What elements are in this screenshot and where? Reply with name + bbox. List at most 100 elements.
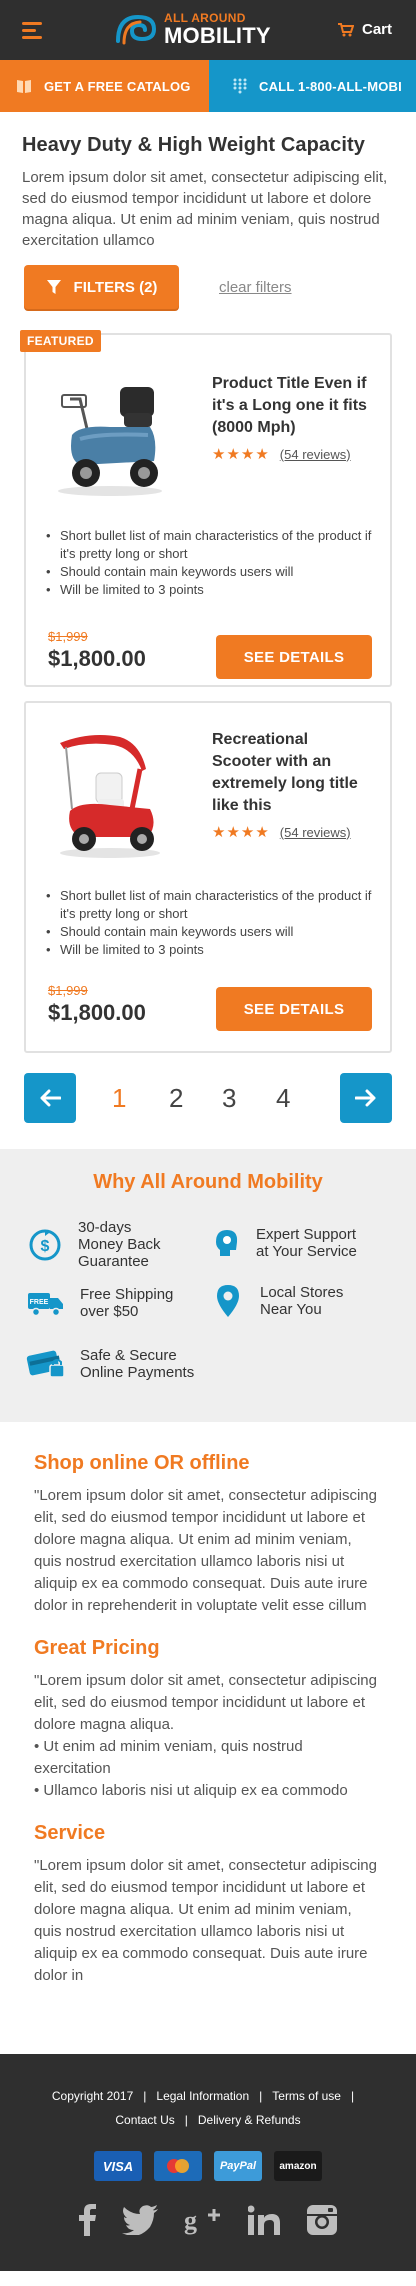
product-image[interactable]: [50, 729, 170, 859]
mastercard-icon: [154, 2151, 202, 2181]
arrow-left-icon: [40, 1089, 61, 1107]
filters-label: FILTERS (2): [73, 278, 158, 296]
list-item: Short bullet list of main characteristic…: [42, 527, 376, 563]
product-title[interactable]: Recreational Scooter with an extremely l…: [212, 729, 372, 817]
intro-text: Lorem ipsum dolor sit amet, consectetur …: [22, 169, 388, 249]
free-shipping-icon: FREE: [28, 1293, 63, 1317]
cart-label: Cart: [361, 21, 392, 38]
feature-list: Short bullet list of main characteristic…: [42, 887, 376, 959]
section-pricing: Great Pricing "Lorem ipsum dolor sit ame…: [34, 1637, 382, 1802]
page-number-1[interactable]: 1: [112, 1083, 126, 1114]
book-icon: [17, 80, 31, 93]
instagram-icon[interactable]: [306, 2204, 338, 2236]
list-item: Should contain main keywords users will: [42, 923, 376, 941]
previous-page-button[interactable]: [24, 1073, 76, 1123]
footer-link-legal[interactable]: Legal Information: [156, 2089, 249, 2103]
call-button[interactable]: CALL 1-800-ALL-MOBI: [209, 60, 416, 112]
google-plus-icon[interactable]: g: [184, 2205, 222, 2235]
site-header: ALL AROUND MOBILITY Cart: [0, 0, 416, 60]
intro-section: Heavy Duty & High Weight Capacity Lorem …: [0, 112, 416, 251]
list-item: Will be limited to 3 points: [42, 941, 376, 959]
rating: ★★★★ (54 reviews): [212, 823, 372, 841]
section-text: "Lorem ipsum dolor sit amet, consectetur…: [34, 1672, 377, 1799]
filters-button[interactable]: FILTERS (2): [24, 265, 179, 309]
see-details-button[interactable]: SEE DETAILS: [216, 635, 372, 679]
list-item: Will be limited to 3 points: [42, 581, 376, 599]
twitter-icon[interactable]: [122, 2205, 158, 2235]
next-page-button[interactable]: [340, 1073, 392, 1123]
site-footer: Copyright 2017 | Legal Information | Terms o…: [0, 2054, 416, 2271]
footer-link-contact[interactable]: Contact Us: [115, 2113, 174, 2127]
money-back-icon: $: [29, 1229, 61, 1260]
logo-swirl-icon: [116, 14, 157, 45]
secure-payment-icon: [26, 1350, 65, 1378]
arrow-right-icon: [355, 1089, 376, 1107]
see-details-button[interactable]: SEE DETAILS: [216, 987, 372, 1031]
product-title[interactable]: Product Title Even if it's a Long one it…: [212, 373, 372, 439]
cta-bar: GET A FREE CATALOG CALL 1-800-ALL-MOBI: [0, 60, 416, 112]
section-text: "Lorem ipsum dolor sit amet, consectetur…: [34, 1487, 377, 1614]
section-title: Shop online OR offline: [34, 1452, 250, 1474]
star-rating-icon: ★★★★: [212, 446, 270, 463]
section-title: Service: [34, 1822, 106, 1844]
feature-expert-support: Expert Support at Your Service: [212, 1226, 357, 1260]
section-service: Service "Lorem ipsum dolor sit amet, con…: [34, 1822, 382, 1987]
product-card: FEATURED Product Title Even if it's a Lo…: [20, 330, 392, 687]
expert-support-icon: [216, 1230, 238, 1256]
product-card: Recreational Scooter with an extremely l…: [24, 701, 392, 1053]
svg-text:g: g: [184, 2206, 197, 2235]
amazon-icon: amazon: [274, 2151, 322, 2181]
feature-label: 30-days Money Back Guarantee: [78, 1219, 161, 1270]
cart-icon: [337, 22, 354, 36]
filter-icon: [46, 280, 61, 294]
reviews-link[interactable]: (54 reviews): [280, 825, 351, 840]
why-title: Why All Around Mobility: [93, 1171, 323, 1193]
location-pin-icon: [217, 1285, 239, 1317]
feature-label: Safe & Secure Online Payments: [80, 1347, 195, 1381]
current-price: $1,800.00: [48, 1000, 146, 1025]
page-number-3[interactable]: 3: [222, 1083, 236, 1114]
list-item: Short bullet list of main characteristic…: [42, 887, 376, 923]
footer-link-delivery[interactable]: Delivery & Refunds: [198, 2113, 301, 2127]
rating: ★★★★ (54 reviews): [212, 445, 372, 463]
product-info: Product Title Even if it's a Long one it…: [212, 373, 372, 463]
feature-list: Short bullet list of main characteristic…: [42, 527, 376, 599]
footer-link-terms[interactable]: Terms of use: [272, 2089, 341, 2103]
feature-free-shipping: FREE Free Shipping over $50: [28, 1286, 173, 1320]
logo[interactable]: ALL AROUND MOBILITY: [114, 11, 271, 47]
product-info: Recreational Scooter with an extremely l…: [212, 729, 372, 841]
visa-icon: VISA: [94, 2151, 142, 2181]
logo-bottom-text: MOBILITY: [164, 22, 271, 48]
footer-link-copyright: Copyright 2017: [51, 2089, 134, 2103]
feature-secure-payments: Safe & Secure Online Payments: [26, 1347, 194, 1381]
cart-button[interactable]: Cart: [337, 21, 392, 38]
payment-methods: VISA PayPal amazon: [0, 2151, 416, 2181]
price-block: $1,999 $1,800.00: [48, 629, 146, 672]
price-block: $1,999 $1,800.00: [48, 983, 146, 1026]
footer-links: Copyright 2017 | Legal Information | Terms o…: [51, 2089, 355, 2127]
clear-filters-link[interactable]: clear filters: [219, 279, 292, 296]
feature-label: Local Stores Near You: [260, 1284, 344, 1318]
menu-icon[interactable]: [22, 21, 44, 39]
feature-label: Free Shipping over $50: [80, 1286, 174, 1320]
featured-badge: FEATURED: [20, 330, 101, 352]
feature-money-back: $ 30-days Money Back Guarantee: [28, 1219, 161, 1270]
current-price: $1,800.00: [48, 646, 146, 671]
feature-local-stores: Local Stores Near You: [216, 1284, 343, 1318]
free-catalog-button[interactable]: GET A FREE CATALOG: [0, 60, 209, 112]
feature-label: Expert Support at Your Service: [256, 1226, 357, 1260]
page-number-4[interactable]: 4: [276, 1083, 290, 1114]
reviews-link[interactable]: (54 reviews): [280, 447, 351, 462]
section-title: Great Pricing: [34, 1637, 160, 1659]
svg-text:$: $: [41, 1238, 50, 1255]
social-links: g: [0, 2204, 416, 2236]
page-number-2[interactable]: 2: [169, 1083, 183, 1114]
call-label: CALL 1-800-ALL-MOBI: [259, 78, 402, 94]
facebook-icon[interactable]: [78, 2204, 96, 2236]
product-image[interactable]: [50, 369, 170, 499]
old-price: $1,999: [48, 983, 88, 998]
svg-text:FREE: FREE: [30, 1299, 49, 1306]
logo-top-text: ALL AROUND: [164, 10, 246, 25]
linkedin-icon[interactable]: [248, 2205, 280, 2235]
why-section: Why All Around Mobility $ 30-days Money …: [0, 1149, 416, 1422]
